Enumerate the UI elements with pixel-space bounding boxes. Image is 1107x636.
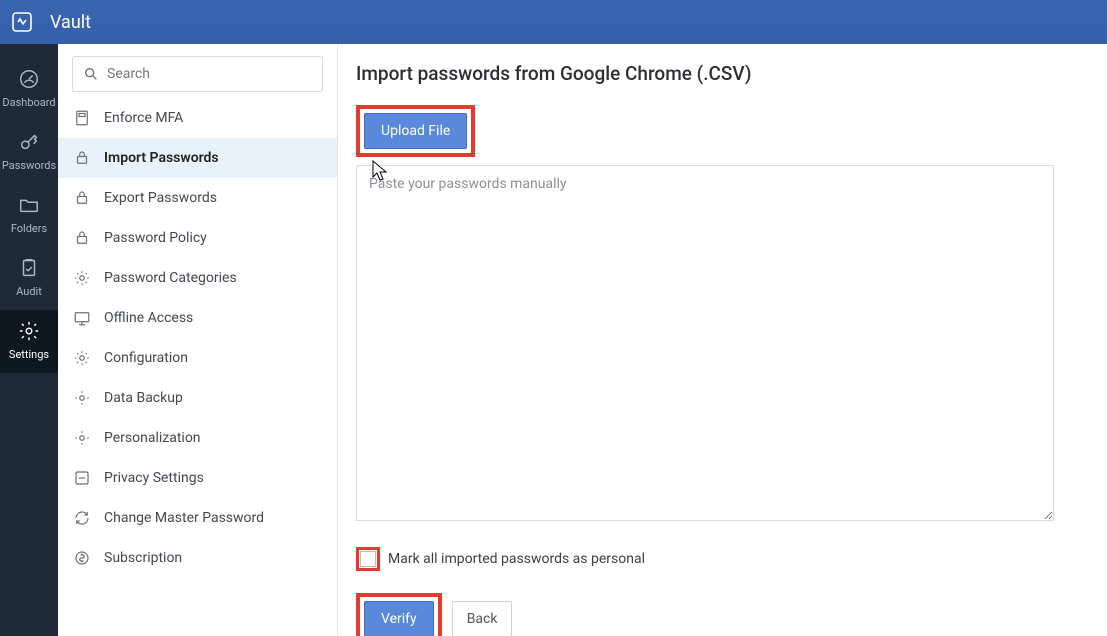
paste-passwords-textarea[interactable] <box>356 165 1054 521</box>
rail-item-folders[interactable]: Folders <box>0 184 58 247</box>
sm-item-enforce-mfa[interactable]: Enforce MFA <box>58 98 337 138</box>
rail-label: Dashboard <box>2 96 55 109</box>
sm-label: Data Backup <box>104 390 183 406</box>
page-title: Import passwords from Google Chrome (.CS… <box>356 62 1075 85</box>
sm-item-import-passwords[interactable]: Import Passwords <box>58 138 337 178</box>
sm-item-personalization[interactable]: Personalization <box>58 418 337 458</box>
gear-icon <box>18 320 40 342</box>
offline-icon <box>72 308 92 328</box>
checkbox-highlight <box>356 547 380 571</box>
sm-label: Configuration <box>104 350 188 366</box>
config-icon <box>72 348 92 368</box>
lock-import-icon <box>72 148 92 168</box>
rail-item-dashboard[interactable]: Dashboard <box>0 58 58 121</box>
clipboard-check-icon <box>18 257 40 279</box>
app-logo-icon <box>8 8 36 36</box>
backup-icon <box>72 388 92 408</box>
back-button[interactable]: Back <box>452 601 513 636</box>
key-icon <box>18 131 40 153</box>
sm-label: Privacy Settings <box>104 470 204 486</box>
rail-label: Folders <box>11 222 47 235</box>
sm-label: Password Categories <box>104 270 237 286</box>
privacy-icon <box>72 468 92 488</box>
app-title: Vault <box>50 12 91 33</box>
sm-label: Offline Access <box>104 310 193 326</box>
mfa-icon <box>72 108 92 128</box>
sm-item-configuration[interactable]: Configuration <box>58 338 337 378</box>
sm-item-password-policy[interactable]: Password Policy <box>58 218 337 258</box>
verify-highlight: Verify <box>356 593 442 636</box>
action-row: Verify Back <box>356 593 1075 636</box>
personalization-icon <box>72 428 92 448</box>
sm-item-change-master-password[interactable]: Change Master Password <box>58 498 337 538</box>
rail-label: Settings <box>9 348 49 361</box>
sm-label: Personalization <box>104 430 201 446</box>
sm-label: Import Passwords <box>104 150 219 166</box>
rail-item-audit[interactable]: Audit <box>0 247 58 310</box>
sm-label: Password Policy <box>104 230 207 246</box>
sm-label: Export Passwords <box>104 190 217 206</box>
sm-item-export-passwords[interactable]: Export Passwords <box>58 178 337 218</box>
subscription-icon <box>72 548 92 568</box>
categories-icon <box>72 268 92 288</box>
rail-item-settings[interactable]: Settings <box>0 310 58 373</box>
sm-item-offline-access[interactable]: Offline Access <box>58 298 337 338</box>
mark-personal-row: Mark all imported passwords as personal <box>356 547 1075 571</box>
gauge-icon <box>18 68 40 90</box>
rail-label: Audit <box>16 285 42 298</box>
upload-file-button[interactable]: Upload File <box>364 113 467 149</box>
rail-item-passwords[interactable]: Passwords <box>0 121 58 184</box>
verify-button[interactable]: Verify <box>364 601 434 636</box>
settings-submenu: Enforce MFA Import Passwords Export Pass… <box>58 44 338 636</box>
sm-label: Subscription <box>104 550 182 566</box>
left-rail: Dashboard Passwords Folders Audit Settin… <box>0 44 58 636</box>
mark-personal-checkbox[interactable] <box>360 551 376 567</box>
main-content: Import passwords from Google Chrome (.CS… <box>338 44 1107 636</box>
folder-icon <box>18 194 40 216</box>
policy-icon <box>72 228 92 248</box>
sm-label: Enforce MFA <box>104 110 183 126</box>
lock-export-icon <box>72 188 92 208</box>
search-input[interactable] <box>107 66 312 82</box>
upload-highlight: Upload File <box>356 105 475 157</box>
sm-item-privacy-settings[interactable]: Privacy Settings <box>58 458 337 498</box>
sm-item-subscription[interactable]: Subscription <box>58 538 337 578</box>
sm-item-password-categories[interactable]: Password Categories <box>58 258 337 298</box>
rail-label: Passwords <box>2 159 56 172</box>
top-bar: Vault <box>0 0 1107 44</box>
change-password-icon <box>72 508 92 528</box>
mark-personal-label: Mark all imported passwords as personal <box>388 551 645 567</box>
search-box[interactable] <box>72 56 323 92</box>
search-icon <box>83 66 99 82</box>
sm-label: Change Master Password <box>104 510 264 526</box>
sm-item-data-backup[interactable]: Data Backup <box>58 378 337 418</box>
